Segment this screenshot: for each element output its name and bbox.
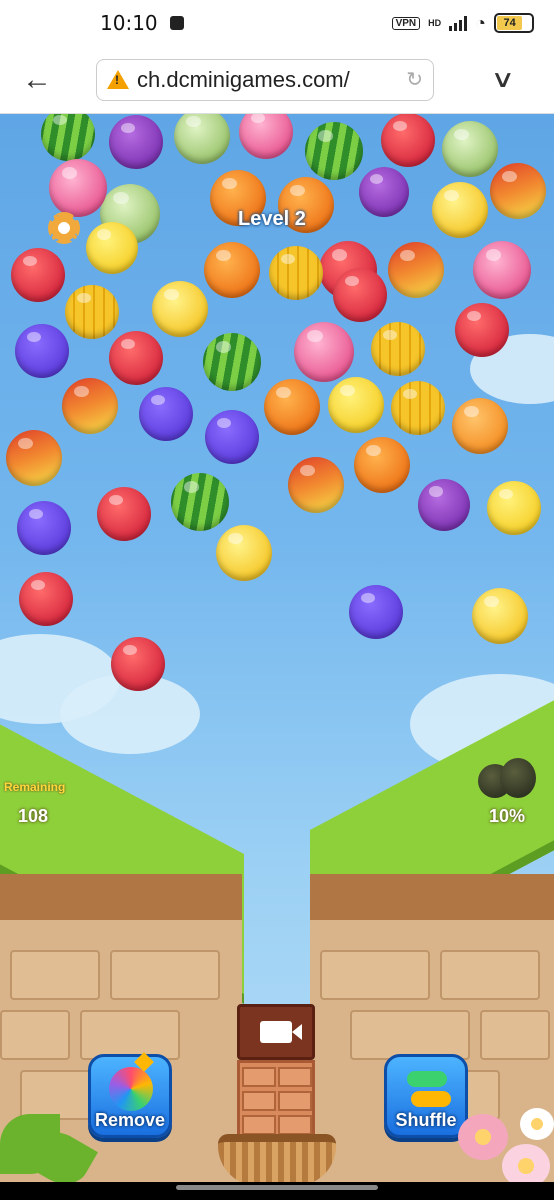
- peach-fruit[interactable]: [62, 378, 118, 434]
- starfruit-fruit[interactable]: [269, 246, 323, 300]
- peach-fruit[interactable]: [6, 430, 62, 486]
- chevron-down-icon[interactable]: ∨: [490, 65, 515, 94]
- basket: [218, 1134, 336, 1182]
- banana-fruit[interactable]: [487, 481, 541, 535]
- blueberry-fruit[interactable]: [139, 387, 193, 441]
- status-right: VPN HD ◔ 74: [391, 12, 534, 34]
- chute: [237, 1060, 315, 1140]
- back-arrow-icon[interactable]: ←: [22, 63, 58, 97]
- dragonfruit-fruit[interactable]: [49, 159, 107, 217]
- cabbage-fruit[interactable]: [442, 121, 498, 177]
- shuffle-button[interactable]: Shuffle: [384, 1054, 468, 1138]
- battery-level: 74: [497, 16, 523, 30]
- video-icon: [260, 1021, 302, 1043]
- wifi-icon: ◔: [475, 12, 486, 33]
- shuffle-icon: [405, 1065, 451, 1111]
- flower: [520, 1108, 554, 1140]
- remove-label: Remove: [94, 1110, 166, 1130]
- peach-fruit[interactable]: [388, 242, 444, 298]
- dragonfruit-fruit[interactable]: [239, 114, 293, 159]
- address-bar[interactable]: ch.dcminigames.com/ ↻: [96, 58, 434, 101]
- battery-icon: 74: [494, 13, 534, 33]
- banana-fruit[interactable]: [328, 377, 384, 433]
- notification-icon: [169, 16, 184, 30]
- lemon-fruit[interactable]: [216, 525, 272, 581]
- strawberry-fruit[interactable]: [109, 331, 163, 385]
- bomb-icon: [109, 1067, 153, 1111]
- remaining-count: 108: [18, 806, 49, 826]
- remove-button[interactable]: Remove: [88, 1052, 172, 1138]
- strawberry-fruit[interactable]: [333, 268, 387, 322]
- starfruit-fruit[interactable]: [65, 285, 119, 339]
- status-time: 10:10: [100, 11, 158, 35]
- watermelon-fruit[interactable]: [305, 122, 363, 180]
- warning-icon[interactable]: [107, 70, 129, 89]
- grapes-fruit[interactable]: [359, 167, 409, 217]
- dragonfruit-fruit[interactable]: [473, 241, 531, 299]
- status-bar: 10:10 VPN HD ◔ 74: [0, 0, 554, 46]
- lemon-fruit[interactable]: [472, 588, 528, 644]
- lemon-fruit[interactable]: [152, 281, 208, 337]
- gesture-handle[interactable]: [176, 1185, 378, 1190]
- watermelon-fruit[interactable]: [41, 114, 95, 161]
- grapes-fruit[interactable]: [418, 479, 470, 531]
- strawberry-fruit[interactable]: [111, 637, 165, 691]
- peach-fruit[interactable]: [490, 163, 546, 219]
- level-label: Level 2: [238, 208, 306, 230]
- game-canvas[interactable]: Level 2 Remaining 108 10% Remove Shuffle: [0, 114, 554, 1182]
- watermelon-fruit[interactable]: [171, 473, 229, 531]
- grapes-fruit[interactable]: [109, 115, 163, 169]
- strawberry-fruit[interactable]: [97, 487, 151, 541]
- banana-fruit[interactable]: [86, 222, 138, 274]
- blueberry-fruit[interactable]: [205, 410, 259, 464]
- watch-video-button[interactable]: [237, 1004, 315, 1060]
- vpn-icon: VPN: [391, 16, 421, 30]
- persimmon-fruit[interactable]: [354, 437, 410, 493]
- strawberry-fruit[interactable]: [381, 114, 435, 167]
- durian-icon: [478, 756, 536, 806]
- url-text[interactable]: ch.dcminigames.com/: [137, 67, 350, 93]
- strawberry-fruit[interactable]: [19, 572, 73, 626]
- settings-icon[interactable]: [48, 212, 80, 244]
- flower: [502, 1144, 550, 1182]
- blueberry-fruit[interactable]: [17, 501, 71, 555]
- flower: [458, 1114, 508, 1160]
- strawberry-fruit[interactable]: [455, 303, 509, 357]
- persimmon-fruit[interactable]: [204, 242, 260, 298]
- watermelon-fruit[interactable]: [203, 333, 261, 391]
- orange-fruit[interactable]: [452, 398, 508, 454]
- browser-toolbar: ← ch.dcminigames.com/ ↻ ∨: [0, 46, 554, 114]
- persimmon-fruit[interactable]: [264, 379, 320, 435]
- remaining-label: Remaining: [4, 780, 66, 794]
- dragonfruit-fruit[interactable]: [294, 322, 354, 382]
- lemon-fruit[interactable]: [432, 182, 488, 238]
- strawberry-fruit[interactable]: [11, 248, 65, 302]
- blueberry-fruit[interactable]: [349, 585, 403, 639]
- starfruit-fruit[interactable]: [391, 381, 445, 435]
- cabbage-fruit[interactable]: [174, 114, 230, 164]
- shuffle-label: Shuffle: [395, 1110, 457, 1130]
- signal-icon: [449, 15, 468, 31]
- reload-icon[interactable]: ↻: [406, 67, 423, 92]
- hd-label: HD: [428, 18, 442, 28]
- status-left: 10:10: [100, 11, 184, 35]
- starfruit-fruit[interactable]: [371, 322, 425, 376]
- progress-percent: 10%: [489, 806, 526, 826]
- peach-fruit[interactable]: [288, 457, 344, 513]
- blueberry-fruit[interactable]: [15, 324, 69, 378]
